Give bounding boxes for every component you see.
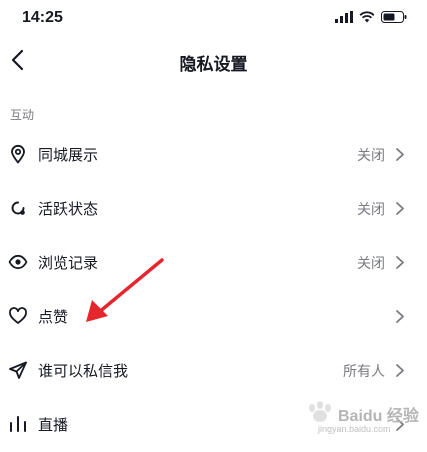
section-title: 互动 [10,108,35,122]
setting-value: 关闭 [357,148,385,164]
setting-row-likes[interactable]: 点赞 [0,290,427,344]
chevron-right-icon [396,202,404,215]
chevron-right-icon [396,148,404,161]
setting-row-active-status[interactable]: 活跃状态 关闭 [0,182,427,236]
setting-row-direct-message[interactable]: 谁可以私信我 所有人 [0,344,427,398]
live-bars-icon [10,416,26,432]
active-status-icon [11,201,25,215]
paper-plane-icon [9,361,27,379]
setting-value: 所有人 [343,364,385,380]
battery-icon [381,11,407,23]
chevron-right-icon [396,364,404,377]
setting-label: 同城展示 [38,146,99,164]
setting-label: 活跃状态 [38,200,99,218]
chevron-right-icon [396,310,404,323]
status-time: 14:25 [22,9,63,26]
eye-icon [8,254,28,270]
heart-icon [9,307,27,324]
status-icons [335,11,407,23]
setting-value: 关闭 [357,202,385,218]
cellular-signal-icon [335,11,353,23]
watermark-url: jingyan.baidu.com [318,424,391,434]
wifi-icon [359,11,375,23]
setting-row-browsing-history[interactable]: 浏览记录 关闭 [0,236,427,290]
nav-bar: 隐私设置 [0,38,427,84]
setting-label: 点赞 [38,308,69,326]
setting-label: 浏览记录 [38,254,99,272]
chevron-right-icon [396,256,404,269]
setting-label: 直播 [38,416,69,434]
setting-value: 关闭 [357,256,385,272]
page-title: 隐私设置 [179,55,248,75]
watermark-brand: Baidu 经验 [338,408,419,425]
setting-row-same-city[interactable]: 同城展示 关闭 [0,128,427,182]
setting-label: 谁可以私信我 [38,362,129,380]
location-pin-icon [11,144,25,164]
status-bar: 14:25 [0,0,427,38]
